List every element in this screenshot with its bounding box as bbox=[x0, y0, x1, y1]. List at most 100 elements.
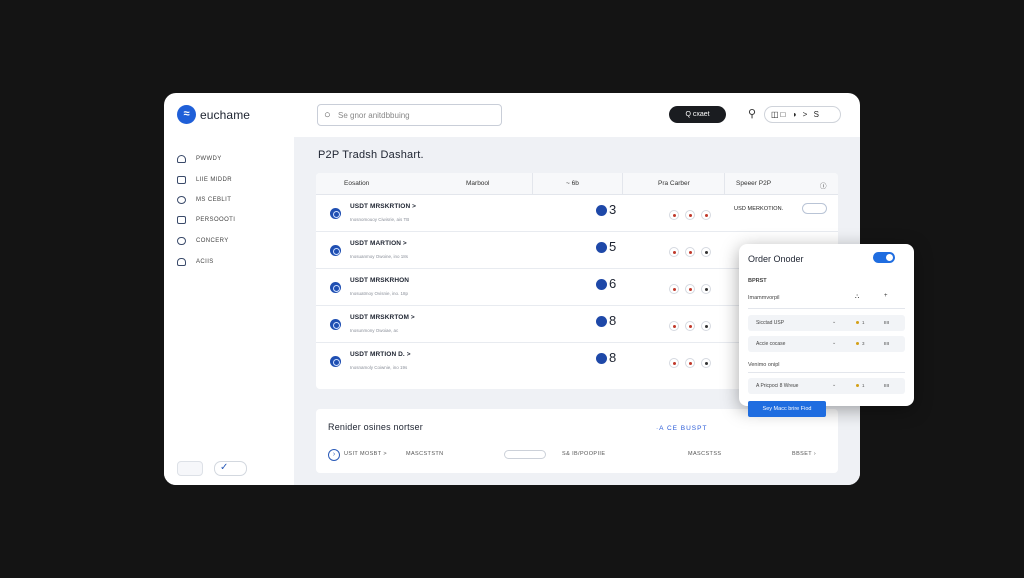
search-box[interactable]: ○ bbox=[317, 104, 502, 126]
chevron-down-icon: ⌄ bbox=[832, 319, 837, 325]
sidebar: PWWDY LIIE MIDDR MS CEBLIT PERSOOOTI CON… bbox=[164, 137, 294, 485]
pair-label: USD MERKOTION. bbox=[734, 206, 784, 212]
sidebar-item-pwwdy[interactable]: PWWDY bbox=[177, 153, 287, 167]
check-icon: ✓ bbox=[220, 462, 229, 473]
payment-methods bbox=[669, 318, 717, 336]
table-row[interactable]: USDT MRSKRTION > Inosnomouoy Ciwisrie, a… bbox=[316, 195, 838, 232]
field-label: Sicctad USP bbox=[756, 320, 785, 326]
add-icon[interactable]: + bbox=[884, 293, 888, 299]
reminder-field: USIT MOSBT > bbox=[344, 451, 387, 457]
sidebar-item-label: CONCERY bbox=[196, 238, 229, 244]
trader-details: Inosuatmoy Ovisnie, ino. 18p bbox=[350, 291, 409, 296]
payment-icon bbox=[669, 358, 679, 368]
payment-icon bbox=[701, 247, 711, 257]
payment-methods bbox=[669, 355, 717, 373]
search-input[interactable] bbox=[338, 107, 498, 123]
payment-icon bbox=[669, 247, 679, 257]
coin-icon bbox=[596, 353, 607, 364]
sidebar-footer-toggle[interactable]: ✓ bbox=[214, 461, 247, 476]
chart-icon bbox=[177, 176, 186, 184]
sidebar-item-label: ACIIS bbox=[196, 259, 214, 265]
payment-methods bbox=[669, 244, 717, 262]
payment-icon bbox=[669, 284, 679, 294]
sidebar-item-persoooti[interactable]: PERSOOOTI bbox=[177, 214, 287, 228]
column-header[interactable]: Pra Carber bbox=[658, 180, 690, 187]
sidebar-footer-button[interactable] bbox=[177, 461, 203, 476]
column-header[interactable]: Marbool bbox=[466, 180, 489, 187]
trader-details: Inosuanmoy Owoine, ino 18s bbox=[350, 254, 409, 259]
brand-logo-icon: ≈ bbox=[177, 105, 196, 124]
column-header[interactable]: Speeer P2P bbox=[736, 180, 771, 187]
column-header[interactable]: ~ 6b bbox=[566, 180, 579, 187]
coin-icon bbox=[596, 242, 607, 253]
section-label: BPRST bbox=[748, 278, 767, 284]
trader-details: Inosunmony Owoiae, ac bbox=[350, 328, 399, 333]
column-divider bbox=[532, 173, 533, 195]
trader-details: Inosnamoly Coiwnie, ino 19s bbox=[350, 365, 408, 370]
reminder-field: S& IB/POOPIIE bbox=[562, 451, 606, 457]
order-panel: Order Onoder BPRST Imammvorpil ⛬ + Sicct… bbox=[739, 244, 914, 406]
user-icon bbox=[177, 237, 186, 245]
search-icon: ○ bbox=[324, 109, 331, 121]
trader-name[interactable]: USDT MRSKRHON bbox=[350, 277, 409, 284]
column-header[interactable]: Eosation bbox=[344, 180, 369, 187]
sidebar-item-label: MS CEBLIT bbox=[196, 197, 232, 203]
payment-icon bbox=[701, 284, 711, 294]
quick-action-button[interactable]: Q cxaet bbox=[669, 106, 726, 123]
field-label: A Pricpoci 8 Wreue bbox=[756, 383, 799, 389]
filter-icon[interactable]: ⛬ bbox=[855, 294, 859, 301]
sidebar-item-ms-ceblit[interactable]: MS CEBLIT bbox=[177, 194, 287, 208]
chevron-down-icon: ⌄ bbox=[832, 340, 837, 346]
reminder-field: MASCSTSTN bbox=[406, 451, 444, 457]
bell-icon bbox=[177, 258, 186, 266]
toolbar-group[interactable]: ◫□ ◑ > S bbox=[764, 106, 841, 123]
reminder-input[interactable] bbox=[504, 450, 546, 459]
payment-icon bbox=[685, 321, 695, 331]
sidebar-item-label: PERSOOOTI bbox=[196, 217, 236, 223]
info-icon[interactable]: ⓘ bbox=[820, 180, 827, 190]
trader-avatar bbox=[330, 245, 341, 256]
trader-name[interactable]: USDT MRSKRTION > bbox=[350, 203, 416, 210]
table-header: Eosation Marbool ~ 6b Pra Carber Speeer … bbox=[316, 173, 838, 195]
offer-quantity: 8 bbox=[609, 313, 617, 328]
top-bar: ≈ euchame ○ Q cxaet ⚲ ◫□ ◑ > S bbox=[164, 93, 860, 137]
payment-icon bbox=[685, 247, 695, 257]
sidebar-item-liie-middr[interactable]: LIIE MIDDR bbox=[177, 174, 287, 188]
reminder-field[interactable]: BBSET › bbox=[792, 451, 816, 457]
section-label: Imammvorpil bbox=[748, 295, 780, 301]
status-dot bbox=[856, 384, 859, 387]
search-icon[interactable]: ⚲ bbox=[748, 107, 756, 120]
trader-name[interactable]: USDT MRTION D. > bbox=[350, 351, 411, 358]
sidebar-item-aciis[interactable]: ACIIS bbox=[177, 256, 287, 270]
field-value: 1 bbox=[862, 320, 865, 325]
column-divider bbox=[724, 173, 725, 195]
reminder-field: MASCSTSS bbox=[688, 451, 722, 457]
trader-avatar bbox=[330, 319, 341, 330]
payment-icon bbox=[701, 358, 711, 368]
reminder-link[interactable]: ·A CE BUSPT bbox=[656, 425, 707, 432]
trader-name[interactable]: USDT MRSKRTOM > bbox=[350, 314, 415, 321]
offer-quantity: 3 bbox=[609, 202, 617, 217]
trader-name[interactable]: USDT MARTION > bbox=[350, 240, 407, 247]
payment-methods bbox=[669, 207, 717, 225]
field-value: 1 bbox=[862, 383, 865, 388]
order-field[interactable]: Accie cocase ⌄ 3 IIII bbox=[748, 336, 905, 352]
submit-button[interactable]: Sey Macc brire Fiod bbox=[748, 401, 826, 417]
column-divider bbox=[622, 173, 623, 195]
chevron-down-icon: ⌄ bbox=[832, 382, 837, 388]
payment-icon bbox=[685, 210, 695, 220]
panel-toggle[interactable] bbox=[873, 252, 895, 263]
divider bbox=[748, 308, 905, 309]
coin-icon bbox=[596, 316, 607, 327]
reminder-title: Renider osines nortser bbox=[328, 422, 423, 432]
chevron-right-icon[interactable]: › bbox=[328, 449, 340, 461]
page-title: P2P Tradsh Dashart. bbox=[318, 149, 424, 161]
square-icon bbox=[177, 216, 186, 224]
sidebar-item-concery[interactable]: CONCERY bbox=[177, 235, 287, 249]
order-field[interactable]: Sicctad USP ⌄ 1 IIII bbox=[748, 315, 905, 331]
coin-icon bbox=[596, 205, 607, 216]
payment-icon bbox=[685, 284, 695, 294]
row-toggle[interactable] bbox=[802, 203, 827, 214]
order-field[interactable]: A Pricpoci 8 Wreue ⌄ 1 IIII bbox=[748, 378, 905, 394]
offer-quantity: 6 bbox=[609, 276, 617, 291]
